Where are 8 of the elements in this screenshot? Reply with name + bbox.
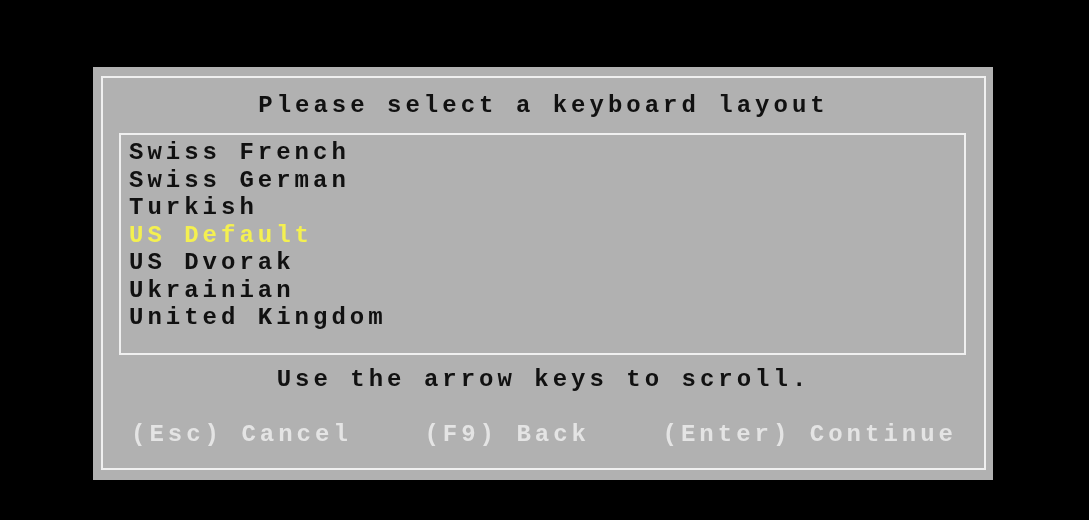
layout-option[interactable]: Turkish (129, 194, 964, 222)
layout-option[interactable]: United Kingdom (129, 304, 964, 332)
layout-option[interactable]: Ukrainian (129, 276, 964, 304)
scroll-hint: Use the arrow keys to scroll. (275, 366, 812, 394)
layout-option[interactable]: Swiss German (129, 166, 964, 194)
dialog-title: Please select a keyboard layout (257, 92, 830, 120)
layout-option[interactable]: US Dvorak (129, 249, 964, 277)
layout-option[interactable]: Swiss French (129, 139, 964, 167)
